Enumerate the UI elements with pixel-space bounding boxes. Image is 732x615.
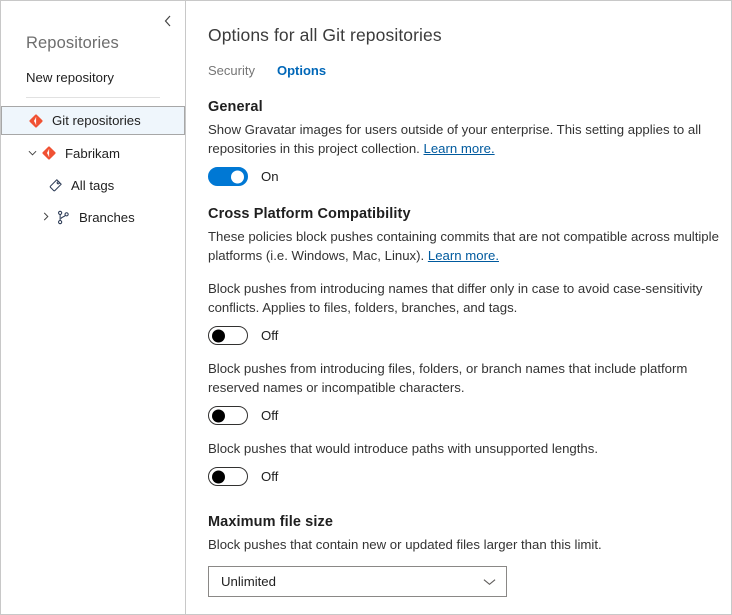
maximum-file-size-heading: Maximum file size <box>208 514 731 530</box>
general-heading: General <box>208 99 731 115</box>
sidebar-item-label: Git repositories <box>46 113 141 128</box>
reserved-names-toggle-row: Off <box>208 406 731 425</box>
repositories-sidebar: Repositories New repository Git reposito… <box>1 1 186 614</box>
git-repo-diamond-icon <box>26 114 46 128</box>
collapse-sidebar-icon[interactable] <box>160 15 176 31</box>
sidebar-item-fabrikam[interactable]: Fabrikam <box>1 139 185 167</box>
case-sensitivity-toggle[interactable] <box>208 326 248 345</box>
sidebar-item-branches[interactable]: Branches <box>1 203 185 231</box>
sidebar-item-label: Branches <box>73 210 135 225</box>
path-length-toggle-row: Off <box>208 467 731 486</box>
path-length-toggle[interactable] <box>208 467 248 486</box>
sidebar-title: Repositories <box>1 1 185 53</box>
cross-platform-heading: Cross Platform Compatibility <box>208 206 731 222</box>
reserved-names-toggle-label: Off <box>261 408 278 423</box>
sidebar-item-all-tags[interactable]: All tags <box>1 171 185 199</box>
maximum-file-size-description: Block pushes that contain new or updated… <box>208 535 731 554</box>
repository-tree: Git repositories Fabrikam <box>1 106 185 231</box>
path-length-toggle-label: Off <box>261 469 278 484</box>
reserved-names-toggle[interactable] <box>208 406 248 425</box>
gravatar-toggle-label: On <box>261 169 279 184</box>
sidebar-divider <box>26 97 160 98</box>
toggle-knob <box>212 329 225 342</box>
path-length-policy-description: Block pushes that would introduce paths … <box>208 439 731 458</box>
sidebar-item-label: All tags <box>65 178 114 193</box>
page-title: Options for all Git repositories <box>208 25 731 46</box>
general-description: Show Gravatar images for users outside o… <box>208 120 731 158</box>
options-page-window: Repositories New repository Git reposito… <box>0 0 732 615</box>
tag-icon <box>45 178 65 193</box>
case-sensitivity-policy-description: Block pushes from introducing names that… <box>208 279 731 317</box>
toggle-knob <box>212 470 225 483</box>
reserved-names-policy-description: Block pushes from introducing files, fol… <box>208 359 731 397</box>
maximum-file-size-value: Unlimited <box>221 574 276 589</box>
git-repo-diamond-icon <box>39 146 59 160</box>
maximum-file-size-select[interactable]: Unlimited <box>208 566 507 597</box>
case-sensitivity-toggle-label: Off <box>261 328 278 343</box>
sidebar-item-git-repositories[interactable]: Git repositories <box>1 106 185 135</box>
cross-platform-learn-more-link[interactable]: Learn more. <box>428 248 499 263</box>
sidebar-item-label: Fabrikam <box>59 146 120 161</box>
general-learn-more-link[interactable]: Learn more. <box>424 141 495 156</box>
branch-icon <box>53 210 73 225</box>
gravatar-toggle[interactable] <box>208 167 248 186</box>
cross-platform-description: These policies block pushes containing c… <box>208 227 731 265</box>
options-content-pane: Options for all Git repositories Securit… <box>186 1 731 614</box>
tab-options[interactable]: Options <box>277 63 326 78</box>
cross-platform-section: Cross Platform Compatibility These polic… <box>208 206 731 486</box>
maximum-file-size-section: Maximum file size Block pushes that cont… <box>208 514 731 597</box>
general-section: General Show Gravatar images for users o… <box>208 99 731 186</box>
chevron-down-icon[interactable] <box>25 149 39 158</box>
case-sensitivity-toggle-row: Off <box>208 326 731 345</box>
toggle-knob <box>231 170 244 183</box>
chevron-right-icon[interactable] <box>39 212 53 223</box>
gravatar-toggle-row: On <box>208 167 731 186</box>
new-repository-link[interactable]: New repository <box>1 53 185 85</box>
tab-security[interactable]: Security <box>208 63 255 78</box>
toggle-knob <box>212 409 225 422</box>
chevron-down-icon <box>483 578 496 586</box>
tab-bar: Security Options <box>208 63 731 78</box>
